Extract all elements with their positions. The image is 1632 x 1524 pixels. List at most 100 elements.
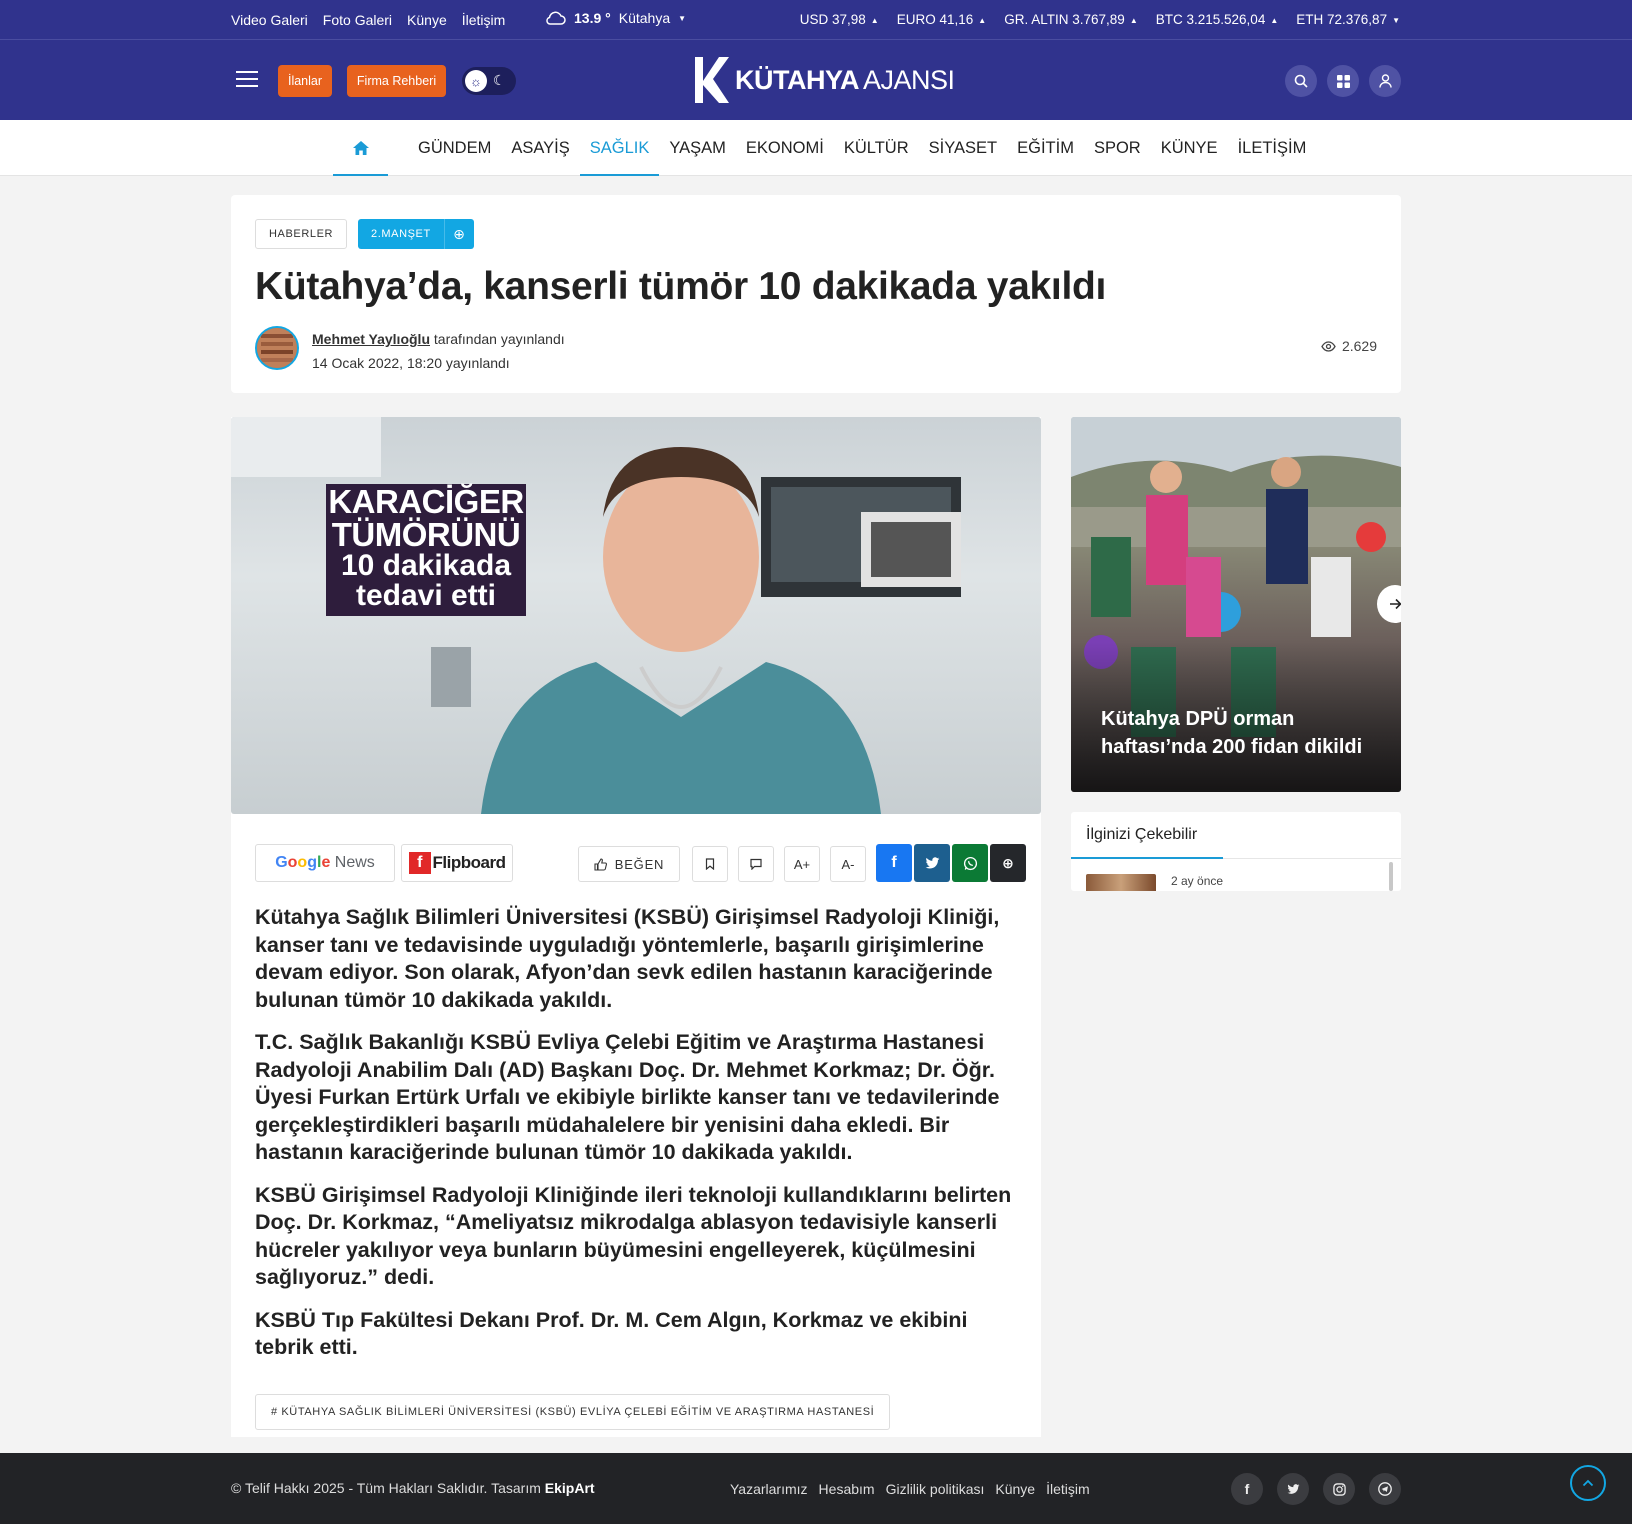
chevron-down-icon[interactable]: ▼: [678, 14, 686, 23]
nav-item-egitim[interactable]: EĞİTİM: [1007, 120, 1084, 176]
avatar[interactable]: [255, 326, 299, 370]
article-toolbar: Google News f Flipboard BEĞEN A+ A- f ⊕: [255, 844, 1026, 882]
top-link-iletisim[interactable]: İletişim: [462, 12, 506, 28]
footer-link-kunye[interactable]: Künye: [995, 1481, 1035, 1497]
related-news: İlginizi Çekebilir 2 ay önce: [1071, 812, 1401, 891]
user-button[interactable]: [1369, 65, 1401, 97]
caret-up-icon: ▲: [870, 15, 879, 25]
like-button[interactable]: BEĞEN: [578, 846, 680, 882]
font-increase-button[interactable]: A+: [784, 846, 820, 882]
facebook-icon: f: [1244, 1481, 1250, 1497]
facebook-share-button[interactable]: f: [876, 844, 912, 882]
author-name[interactable]: Mehmet Yaylıoğlu: [312, 331, 430, 347]
weather-city[interactable]: Kütahya: [619, 10, 670, 26]
firma-rehberi-button[interactable]: Firma Rehberi: [347, 65, 446, 97]
top-link-foto-galeri[interactable]: Foto Galeri: [323, 12, 392, 28]
related-time: 2 ay önce: [1171, 874, 1224, 888]
plus-circle-icon: ⊕: [1002, 854, 1014, 871]
article-header: HABERLER 2.MANŞET ⊕ Kütahya’da, kanserli…: [231, 195, 1401, 393]
comment-icon: [750, 858, 762, 870]
instagram-icon: [1332, 1482, 1346, 1496]
apps-button[interactable]: [1327, 65, 1359, 97]
plus-circle-icon[interactable]: ⊕: [443, 219, 474, 249]
footer-facebook-button[interactable]: f: [1231, 1473, 1263, 1505]
bookmark-button[interactable]: [692, 846, 728, 882]
article-main: KARACİĞER TÜMÖRÜNÜ 10 dakikada tedavi et…: [231, 417, 1041, 1437]
related-scrollbar[interactable]: [1389, 862, 1393, 891]
main-nav: GÜNDEM ASAYİŞ SAĞLIK YAŞAM EKONOMİ KÜLTÜ…: [0, 120, 1632, 176]
rate-usd: USD 37,98 ▲: [799, 12, 879, 27]
slider-news-title[interactable]: Kütahya DPÜ orman haftası’nda 200 fidan …: [1101, 705, 1381, 761]
cloud-icon: [546, 11, 566, 25]
twitter-icon: [925, 856, 939, 868]
hero-overlay-text: KARACİĞER TÜMÖRÜNÜ 10 dakikada tedavi et…: [326, 484, 526, 616]
article-paragraph: KSBÜ Tıp Fakültesi Dekanı Prof. Dr. M. C…: [255, 1307, 968, 1360]
article-body: Kütahya Sağlık Bilimleri Üniversitesi (K…: [255, 904, 1025, 1377]
nav-item-spor[interactable]: SPOR: [1084, 120, 1151, 176]
search-button[interactable]: [1285, 65, 1317, 97]
font-decrease-button[interactable]: A-: [830, 846, 866, 882]
nav-item-saglik[interactable]: SAĞLIK: [579, 120, 660, 176]
author-info: Mehmet Yaylıoğlu tarafından yayınlandı 1…: [312, 327, 565, 375]
scroll-to-top-button[interactable]: [1570, 1465, 1606, 1501]
thumbs-up-icon: [594, 857, 607, 871]
more-share-button[interactable]: ⊕: [990, 844, 1026, 882]
footer-twitter-button[interactable]: [1277, 1473, 1309, 1505]
eye-icon: [1321, 340, 1336, 352]
nav-item-gundem[interactable]: GÜNDEM: [408, 120, 501, 176]
rate-gold: GR. ALTIN 3.767,89 ▲: [1004, 12, 1138, 27]
page-title: Kütahya’da, kanserli tümör 10 dakikada y…: [255, 265, 1107, 308]
footer-links: Yazarlarımız Hesabım Gizlilik politikası…: [730, 1481, 1090, 1497]
nav-item-ekonomi[interactable]: EKONOMİ: [736, 120, 834, 176]
caret-up-icon: ▲: [1270, 15, 1279, 25]
ilanlar-button[interactable]: İlanlar: [278, 65, 332, 97]
caret-up-icon: ▲: [1129, 15, 1138, 25]
footer-link-yazarlarimiz[interactable]: Yazarlarımız: [730, 1481, 808, 1497]
home-icon: [352, 141, 369, 155]
related-thumbnail[interactable]: [1086, 874, 1156, 891]
comment-button[interactable]: [738, 846, 774, 882]
footer-link-hesabim[interactable]: Hesabım: [819, 1481, 875, 1497]
article-paragraph: T.C. Sağlık Bakanlığı KSBÜ Evliya Çelebi…: [255, 1030, 1000, 1164]
whatsapp-share-button[interactable]: [952, 844, 988, 882]
top-link-kunye[interactable]: Künye: [407, 12, 447, 28]
top-link-video-galeri[interactable]: Video Galeri: [231, 12, 308, 28]
top-bar: Video Galeri Foto Galeri Künye İletişim …: [0, 0, 1632, 40]
nav-home[interactable]: [333, 120, 388, 176]
news-slider[interactable]: Kütahya DPÜ orman haftası’nda 200 fidan …: [1071, 417, 1401, 792]
footer-link-gizlilik[interactable]: Gizlilik politikası: [886, 1481, 985, 1497]
weather-temp: 13.9 °: [574, 10, 611, 26]
logo-text-light: AJANSI: [863, 64, 955, 95]
nav-item-kultur[interactable]: KÜLTÜR: [834, 120, 919, 176]
manset-tag-label: 2.MANŞET: [371, 228, 431, 240]
related-title: İlginizi Çekebilir: [1086, 826, 1198, 843]
nav-items: GÜNDEM ASAYİŞ SAĞLIK YAŞAM EKONOMİ KÜLTÜ…: [333, 120, 1316, 176]
nav-item-siyaset[interactable]: SİYASET: [919, 120, 1007, 176]
article-paragraph: Kütahya Sağlık Bilimleri Üniversitesi (K…: [255, 905, 1000, 1012]
nav-item-asayis[interactable]: ASAYİŞ: [501, 120, 579, 176]
footer-telegram-button[interactable]: [1369, 1473, 1401, 1505]
flipboard-button[interactable]: f Flipboard: [401, 844, 513, 882]
footer-link-iletisim[interactable]: İletişim: [1046, 1481, 1090, 1497]
caret-up-icon: ▲: [978, 15, 987, 25]
site-header: İlanlar Firma Rehberi ☼ ☾ KÜTAHYA AJANSI: [0, 40, 1632, 120]
theme-toggle[interactable]: ☼ ☾: [462, 67, 516, 95]
site-logo[interactable]: KÜTAHYA AJANSI: [693, 54, 955, 106]
footer-instagram-button[interactable]: [1323, 1473, 1355, 1505]
site-footer: © Telif Hakkı 2025 - Tüm Hakları Saklıdı…: [0, 1453, 1632, 1524]
google-news-button[interactable]: Google News: [255, 844, 395, 882]
logo-text-bold: KÜTAHYA: [735, 64, 860, 95]
nav-item-kunye[interactable]: KÜNYE: [1151, 120, 1228, 176]
rate-eth: ETH 72.376,87 ▼: [1296, 12, 1400, 27]
flipboard-icon: f: [408, 852, 431, 874]
menu-icon[interactable]: [236, 71, 258, 87]
hero-image: KARACİĞER TÜMÖRÜNÜ 10 dakikada tedavi et…: [231, 417, 1041, 814]
nav-item-yasam[interactable]: YAŞAM: [659, 120, 736, 176]
manset-tag[interactable]: 2.MANŞET ⊕: [358, 219, 474, 249]
article-hashtag[interactable]: # KÜTAHYA SAĞLIK BİLİMLERİ ÜNİVERSİTESİ …: [255, 1394, 891, 1430]
nav-item-iletisim[interactable]: İLETİŞİM: [1228, 120, 1317, 176]
rate-euro: EURO 41,16 ▲: [896, 12, 987, 27]
designer-link[interactable]: EkipArt: [545, 1480, 595, 1496]
twitter-share-button[interactable]: [914, 844, 950, 882]
category-tag[interactable]: HABERLER: [255, 219, 348, 249]
